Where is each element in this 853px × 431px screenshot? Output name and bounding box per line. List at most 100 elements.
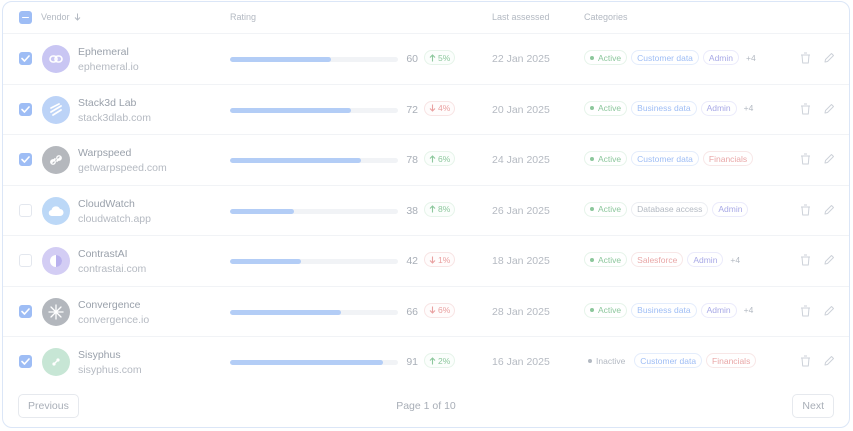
category-list: Active Salesforce Admin +4 <box>584 252 744 267</box>
last-assessed-date: 16 Jan 2025 <box>492 356 550 368</box>
row-checkbox[interactable] <box>19 254 32 267</box>
contrast-icon <box>48 253 64 269</box>
edit-icon[interactable] <box>822 203 836 217</box>
category-list: Active Business data Admin +4 <box>584 100 757 116</box>
row-checkbox[interactable] <box>19 52 32 65</box>
rating-change-badge: 6% <box>424 302 456 318</box>
delete-icon[interactable] <box>798 152 812 166</box>
table-row[interactable]: Convergence convergence.io 66 6% 28 Jan … <box>3 285 849 336</box>
vendor-logo <box>42 95 70 124</box>
column-header-rating: Rating <box>230 12 257 22</box>
vendor-domain: convergence.io <box>78 313 150 326</box>
table-row[interactable]: Warpspeed getwarpspeed.com 78 6% 24 Jan … <box>3 134 849 184</box>
vendor-name: Sisyphus <box>78 349 121 361</box>
column-header-last-assessed: Last assessed <box>492 12 550 22</box>
category-list: Active Customer data Admin +4 <box>584 50 759 65</box>
arrow-up-icon <box>429 205 436 213</box>
edit-icon[interactable] <box>822 354 836 368</box>
sort-arrow-down-icon <box>74 13 80 21</box>
more-categories-count[interactable]: +4 <box>743 50 759 65</box>
status-dot-icon <box>590 156 594 161</box>
rating-score: 60 <box>406 53 418 65</box>
more-categories-count[interactable]: +4 <box>727 252 744 267</box>
vendor-domain: contrastai.com <box>78 263 147 275</box>
column-header-vendor[interactable]: Vendor <box>41 12 81 22</box>
last-assessed-date: 22 Jan 2025 <box>492 53 550 65</box>
column-header-categories: Categories <box>584 12 628 22</box>
status-badge: Active <box>584 151 628 166</box>
table-row[interactable]: Stack3d Lab stack3dlab.com 72 4% 20 Jan … <box>3 83 849 134</box>
table-row[interactable]: ContrastAI contrastai.com 42 1% 18 Jan 2… <box>3 235 849 285</box>
edit-icon[interactable] <box>822 152 836 166</box>
status-dot-icon <box>588 358 592 363</box>
status-badge: Inactive <box>584 353 631 368</box>
category-list: Active Database access Admin <box>584 201 749 217</box>
delete-icon[interactable] <box>798 102 812 116</box>
vendor-domain: sisyphus.com <box>78 364 142 376</box>
delete-icon[interactable] <box>798 51 812 65</box>
category-tag: Customer data <box>631 50 699 65</box>
rating-score: 66 <box>406 305 418 318</box>
category-list: Active Business data Admin +4 <box>584 302 757 318</box>
status-badge: Active <box>584 100 628 116</box>
stack-icon <box>48 102 64 118</box>
rating-score: 42 <box>406 255 418 267</box>
vendor-domain: stack3dlab.com <box>78 111 151 124</box>
edit-icon[interactable] <box>822 102 836 116</box>
rating-bar-fill <box>230 57 331 62</box>
vendor-logo <box>42 247 70 275</box>
vendor-name: CloudWatch <box>78 197 135 210</box>
vendor-domain: getwarpspeed.com <box>78 162 167 174</box>
more-categories-count[interactable]: +4 <box>740 100 757 116</box>
rating-change-badge: 5% <box>424 50 456 65</box>
table-row[interactable]: Sisyphus sisyphus.com 91 2% 16 Jan 2025 … <box>3 336 849 386</box>
category-tag: Admin <box>700 100 737 116</box>
rating-change-badge: 6% <box>424 151 456 166</box>
category-tag: Admin <box>702 50 739 65</box>
row-checkbox[interactable] <box>19 203 32 217</box>
edit-icon[interactable] <box>822 304 836 318</box>
table-row[interactable]: CloudWatch cloudwatch.app 38 8% 26 Jan 2… <box>3 184 849 235</box>
rating-change-badge: 4% <box>424 100 456 116</box>
edit-icon[interactable] <box>822 51 836 65</box>
select-all-checkbox[interactable] <box>19 11 32 24</box>
category-tag: Financials <box>706 353 757 368</box>
vendor-logo <box>42 348 70 376</box>
table-row[interactable]: Ephemeral ephemeral.io 60 5% 22 Jan 2025… <box>3 33 849 83</box>
vendor-logo <box>42 196 70 225</box>
arrow-up-icon <box>429 154 436 162</box>
link-icon <box>48 51 64 67</box>
category-tag: Customer data <box>634 353 703 368</box>
arrow-down-icon <box>429 256 436 264</box>
chain-icon <box>48 152 64 168</box>
row-checkbox[interactable] <box>19 102 32 116</box>
category-tag: Business data <box>631 302 697 318</box>
arrow-down-icon <box>429 104 436 112</box>
next-button[interactable]: Next <box>792 394 834 418</box>
status-badge: Active <box>584 201 628 217</box>
delete-icon[interactable] <box>798 203 812 217</box>
rating-bar-fill <box>230 158 362 163</box>
category-list: Active Customer data Financials <box>584 151 754 166</box>
status-dot-icon <box>590 308 594 312</box>
row-checkbox[interactable] <box>19 304 32 318</box>
rating-score: 72 <box>406 103 418 116</box>
rating-score: 78 <box>406 154 418 166</box>
delete-icon[interactable] <box>798 304 812 318</box>
edit-icon[interactable] <box>822 253 836 267</box>
vendor-logo <box>42 146 70 174</box>
status-dot-icon <box>590 257 594 262</box>
rating-bar <box>230 57 398 62</box>
rating-bar <box>230 107 398 113</box>
delete-icon[interactable] <box>798 253 812 267</box>
rating-bar <box>230 309 398 315</box>
last-assessed-date: 18 Jan 2025 <box>492 255 550 267</box>
row-checkbox[interactable] <box>19 153 32 166</box>
last-assessed-date: 24 Jan 2025 <box>492 154 550 166</box>
vendor-logo <box>42 297 70 326</box>
more-categories-count[interactable]: +4 <box>740 302 757 318</box>
rating-bar <box>230 158 398 163</box>
row-checkbox[interactable] <box>19 355 32 368</box>
delete-icon[interactable] <box>798 354 812 368</box>
status-badge: Active <box>584 50 628 65</box>
